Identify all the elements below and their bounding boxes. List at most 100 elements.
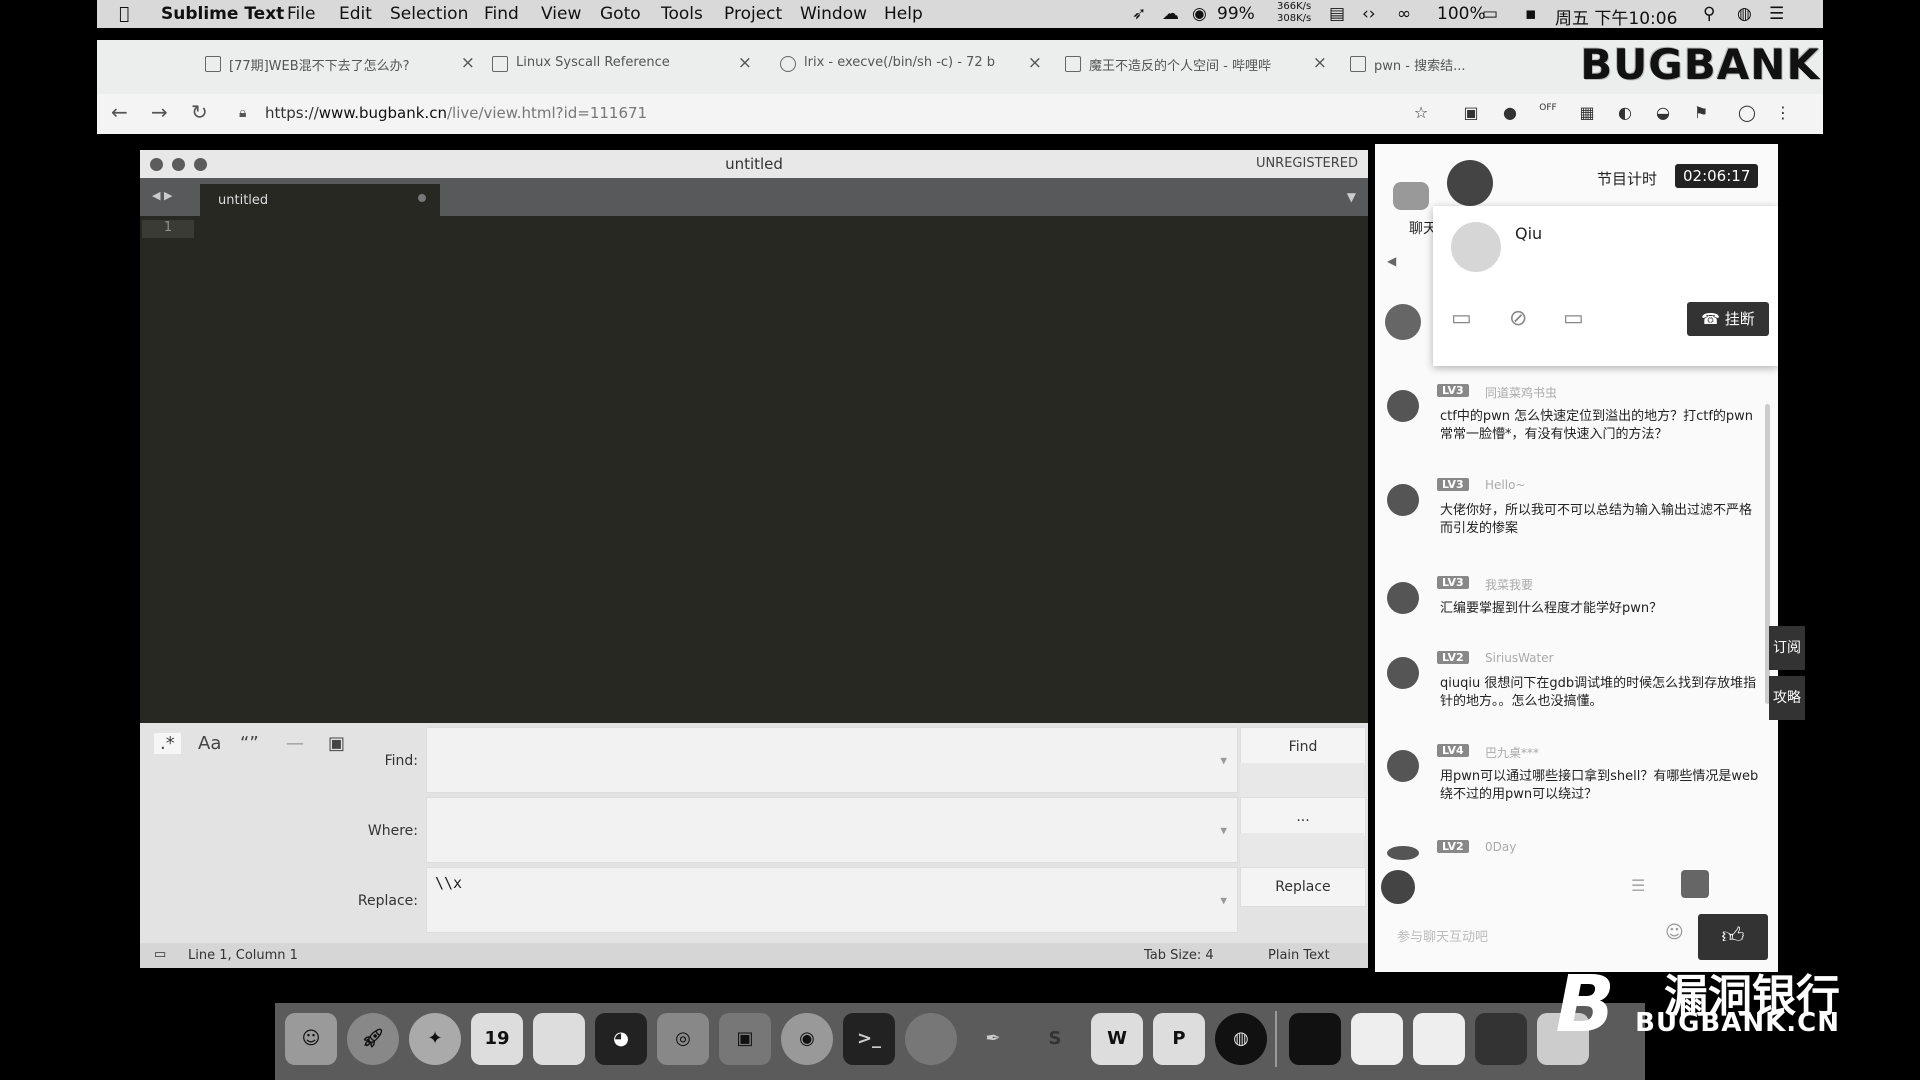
chat-bubble-icon[interactable]: ▭	[1451, 306, 1472, 331]
find-button[interactable]: Find	[1240, 727, 1366, 767]
syntax-mode[interactable]: Plain Text	[1268, 948, 1330, 963]
editor-tab[interactable]: untitled	[200, 184, 440, 216]
send-icon[interactable]: ➶	[1132, 4, 1146, 24]
folder-icon[interactable]	[1289, 1013, 1341, 1065]
profile-icon[interactable]: ◯	[1737, 103, 1757, 123]
case-toggle[interactable]: Aa	[198, 733, 221, 754]
menu-edit[interactable]: Edit	[339, 4, 372, 24]
browser-tab-3[interactable]: lrix - execve(/bin/sh -c) - 72 b ×	[780, 48, 1042, 80]
spotlight-icon[interactable]: ⚲	[1703, 4, 1715, 24]
menu-window[interactable]: Window	[800, 4, 867, 24]
extension-icon[interactable]: ▣	[1461, 103, 1481, 123]
back-icon[interactable]: ←	[111, 100, 128, 124]
apple-icon[interactable]: 	[119, 4, 129, 24]
like-button[interactable]: 👍︎	[1698, 914, 1768, 960]
browser-icon[interactable]: ◍	[1215, 1013, 1267, 1065]
regex-toggle[interactable]: .*	[154, 733, 181, 754]
host-avatar[interactable]	[1447, 160, 1493, 206]
wechat-icon[interactable]: ◎	[657, 1013, 709, 1065]
clock[interactable]: 周五 下午10:06	[1555, 4, 1677, 29]
browser-tab-2[interactable]: Linux Syscall Reference ×	[492, 48, 752, 80]
sublime-icon[interactable]: S	[1029, 1013, 1081, 1065]
notes-icon[interactable]	[533, 1013, 585, 1065]
tab-nav-arrows-icon[interactable]: ◀ ▶	[152, 189, 172, 202]
guide-tab[interactable]: 攻略	[1769, 676, 1805, 720]
tab-dropdown-icon[interactable]: ▼	[1347, 190, 1356, 204]
replace-button[interactable]: Replace	[1240, 867, 1366, 907]
close-tab-icon[interactable]: ×	[461, 53, 475, 73]
where-input[interactable]: ▼	[426, 797, 1238, 863]
close-window-button[interactable]	[150, 158, 163, 171]
calendar-icon[interactable]: 19	[471, 1013, 523, 1065]
chevron-down-icon[interactable]: ▼	[1220, 824, 1227, 837]
menu-tools[interactable]: Tools	[661, 4, 703, 24]
unsaved-dot-icon[interactable]	[418, 194, 426, 202]
editor-area[interactable]	[196, 216, 1368, 722]
emoji-icon[interactable]: ☺	[1665, 922, 1684, 943]
battery-icon[interactable]: ▭	[1482, 4, 1498, 24]
menu-goto[interactable]: Goto	[600, 4, 641, 24]
camera-icon[interactable]: ▭	[1563, 306, 1584, 331]
extension-icon[interactable]: ⚑	[1691, 103, 1711, 123]
find-input[interactable]: ▼	[426, 727, 1238, 793]
files2-icon[interactable]	[1413, 1013, 1465, 1065]
replace-input[interactable]: \\x ▼	[426, 867, 1238, 933]
mute-mic-icon[interactable]: ⊘	[1509, 306, 1527, 331]
extension-icon[interactable]: ◒	[1653, 103, 1673, 123]
menu-view[interactable]: View	[541, 4, 581, 24]
chat-input[interactable]: 参与聊天互动吧	[1397, 926, 1488, 945]
hangup-button[interactable]: ☎ 挂断	[1687, 302, 1769, 336]
docker-icon[interactable]: ☁	[1162, 4, 1179, 24]
code-icon[interactable]: ‹›	[1362, 4, 1376, 24]
chrome-icon[interactable]: ◉	[781, 1013, 833, 1065]
browser-tab-5[interactable]: pwn - 搜索结...	[1350, 48, 1550, 80]
flag-icon[interactable]: ▪	[1525, 4, 1537, 24]
menu-project[interactable]: Project	[724, 4, 782, 24]
launchpad-icon[interactable]: 🚀︎	[347, 1013, 399, 1065]
extension-off-icon[interactable]: OFF	[1538, 103, 1558, 123]
circle-icon[interactable]: ◉	[1192, 4, 1207, 24]
extension-icon[interactable]: ▦	[1577, 103, 1597, 123]
qq-icon[interactable]: ◕	[595, 1013, 647, 1065]
word-icon[interactable]: W	[1091, 1013, 1143, 1065]
subscribe-tab[interactable]: 订阅	[1769, 626, 1805, 670]
panel-toggle-icon[interactable]: ▭	[154, 947, 166, 962]
browser-tab-1[interactable]: [77期]WEB混不下去了怎么办? ×	[205, 48, 475, 80]
menu-help[interactable]: Help	[884, 4, 923, 24]
safari-icon[interactable]: ✦	[409, 1013, 461, 1065]
chevron-down-icon[interactable]: ▼	[1220, 894, 1227, 907]
use-buffer-toggle[interactable]: ▣	[328, 733, 345, 754]
url-field[interactable]: https://www.bugbank.cn/live/view.html?id…	[265, 104, 647, 122]
eye-icon[interactable]	[1393, 182, 1429, 210]
chevron-down-icon[interactable]: ▼	[1220, 754, 1227, 767]
terminal-icon[interactable]: >_	[843, 1013, 895, 1065]
finder-icon[interactable]: ☺	[285, 1013, 337, 1065]
reload-icon[interactable]: ↻	[191, 100, 208, 124]
gift-icon[interactable]	[1681, 870, 1709, 898]
speaker-icon[interactable]: ◀	[1387, 254, 1396, 268]
menu-selection[interactable]: Selection	[390, 4, 468, 24]
extension-icon[interactable]: ◐	[1615, 103, 1635, 123]
pen-icon[interactable]: ✒	[967, 1013, 1019, 1065]
memory-icon[interactable]: ▤	[1329, 4, 1345, 24]
menu-app-name[interactable]: Sublime Text	[161, 4, 284, 24]
star-icon[interactable]: ☆	[1411, 103, 1431, 123]
screen-icon[interactable]	[1475, 1013, 1527, 1065]
minimize-window-button[interactable]	[172, 158, 185, 171]
preview-icon[interactable]: ▣	[719, 1013, 771, 1065]
close-tab-icon[interactable]: ×	[1028, 53, 1042, 73]
menu-kebab-icon[interactable]: ⋮	[1773, 103, 1793, 123]
forward-icon[interactable]: →	[151, 100, 168, 124]
list-icon[interactable]: ☰	[1631, 876, 1645, 895]
files-icon[interactable]	[1351, 1013, 1403, 1065]
siri-icon[interactable]: ◍	[1737, 4, 1752, 24]
link-icon[interactable]: ∞	[1397, 4, 1411, 24]
show-context-toggle[interactable]: —	[286, 733, 304, 754]
app-icon[interactable]	[905, 1013, 957, 1065]
whole-word-toggle[interactable]: “”	[240, 733, 259, 754]
tab-size[interactable]: Tab Size: 4	[1144, 948, 1214, 963]
browser-tab-4[interactable]: 魔王不造反的个人空间 - 哔哩哔 ×	[1065, 48, 1327, 80]
close-tab-icon[interactable]: ×	[738, 53, 752, 73]
extension-icon[interactable]: ●	[1500, 103, 1520, 123]
menu-find[interactable]: Find	[484, 4, 519, 24]
